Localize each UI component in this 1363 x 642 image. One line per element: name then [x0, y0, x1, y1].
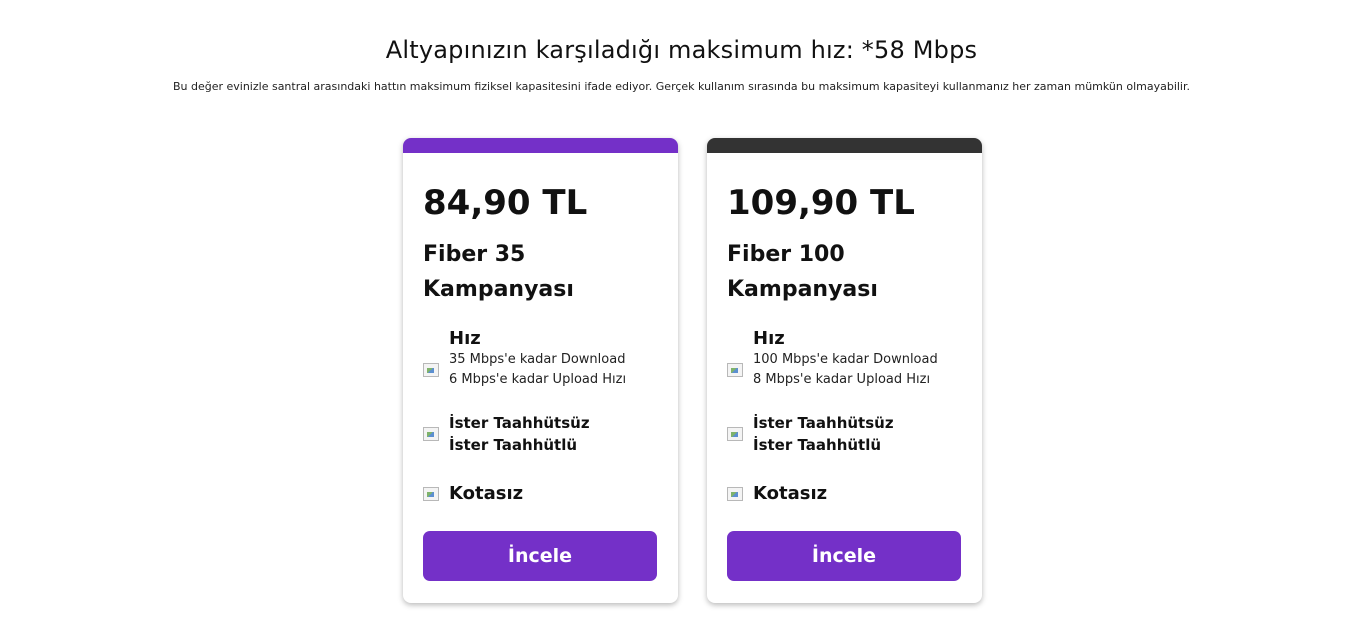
feature-quota: Kotasız — [423, 482, 523, 506]
feature-download-speed: 100 Mbps'e kadar Download — [753, 352, 938, 367]
plan-price: 109,90 TL — [727, 183, 915, 223]
feature-with-commitment: İster Taahhütlü — [449, 436, 578, 454]
feature-with-commitment: İster Taahhütlü — [753, 436, 882, 454]
feature-commitment: İster Taahhütsüz İster Taahhütlü — [423, 412, 590, 456]
plan-name: Fiber 35 Kampanyası — [423, 242, 574, 302]
feature-upload-speed: 6 Mbps'e kadar Upload Hızı — [449, 372, 627, 387]
feature-upload-speed: 8 Mbps'e kadar Upload Hızı — [753, 372, 931, 387]
speed-icon — [727, 363, 743, 377]
plan-price: 84,90 TL — [423, 183, 588, 223]
feature-no-commitment: İster Taahhütsüz — [449, 414, 590, 432]
feature-speed-title: Hız — [449, 328, 481, 349]
max-speed-disclaimer: Bu değer evinizle santral arasındaki hat… — [172, 80, 1191, 93]
feature-download-speed: 35 Mbps'e kadar Download — [449, 352, 626, 367]
feature-commitment: İster Taahhütsüz İster Taahhütlü — [727, 412, 894, 456]
inspect-button[interactable]: İncele — [423, 531, 657, 581]
card-top-bar — [707, 138, 982, 153]
feature-quota-label: Kotasız — [449, 483, 524, 504]
page-header: Altyapınızın karşıladığı maksimum hız: *… — [0, 36, 1363, 93]
commitment-icon — [423, 427, 439, 441]
feature-speed: Hız 100 Mbps'e kadar Download 8 Mbps'e k… — [727, 328, 938, 390]
quota-icon — [727, 487, 743, 501]
speed-icon — [423, 363, 439, 377]
plan-card-fiber-100: 109,90 TL Fiber 100 Kampanyası Hız 100 M… — [707, 138, 982, 603]
feature-speed: Hız 35 Mbps'e kadar Download 6 Mbps'e ka… — [423, 328, 626, 390]
feature-quota: Kotasız — [727, 482, 827, 506]
feature-speed-title: Hız — [753, 328, 785, 349]
plan-card-fiber-35: 84,90 TL Fiber 35 Kampanyası Hız 35 Mbps… — [403, 138, 678, 603]
plan-name: Fiber 100 Kampanyası — [727, 242, 878, 302]
card-top-bar — [403, 138, 678, 153]
quota-icon — [423, 487, 439, 501]
inspect-button[interactable]: İncele — [727, 531, 961, 581]
feature-quota-label: Kotasız — [753, 483, 828, 504]
commitment-icon — [727, 427, 743, 441]
max-speed-headline: Altyapınızın karşıladığı maksimum hız: *… — [385, 36, 978, 64]
feature-no-commitment: İster Taahhütsüz — [753, 414, 894, 432]
